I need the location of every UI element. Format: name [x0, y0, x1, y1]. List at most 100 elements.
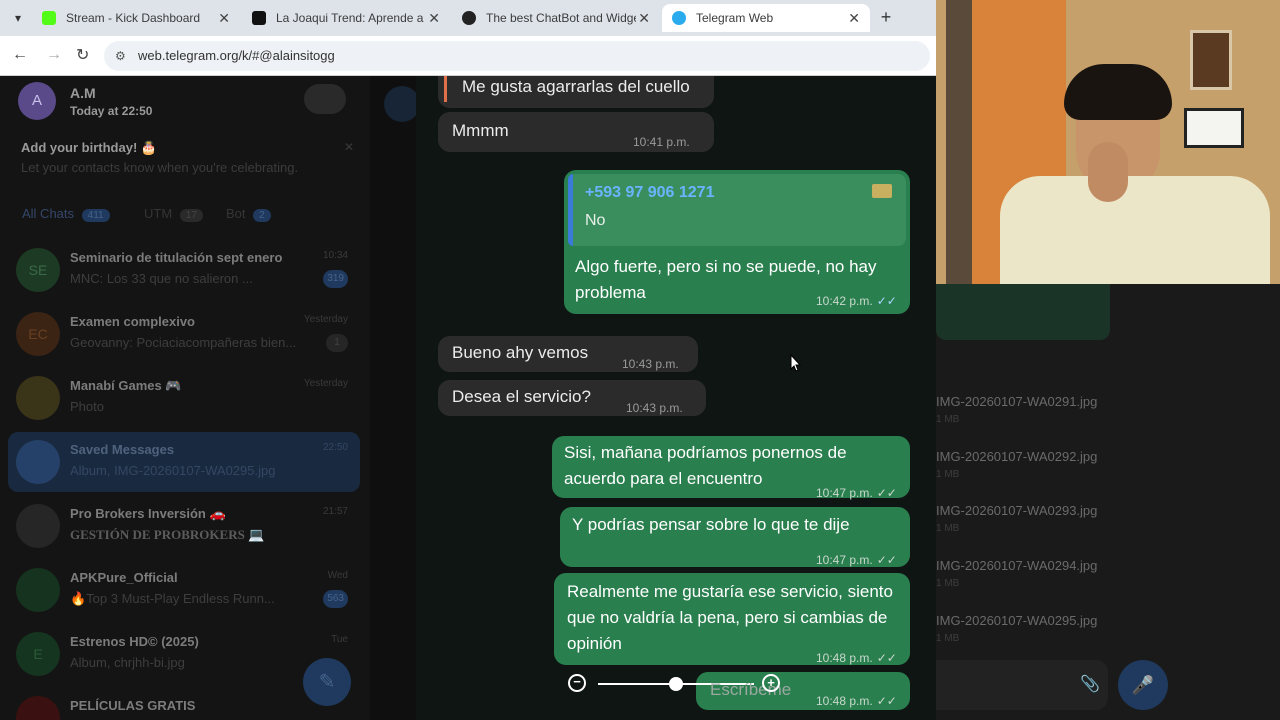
wall-picture — [1190, 30, 1232, 90]
close-tab-icon[interactable]: ✕ — [428, 10, 440, 27]
chat-preview: Photo — [70, 399, 104, 414]
chatbot-favicon-icon — [462, 11, 476, 25]
chat-list-item[interactable]: SE Seminario de titulación sept enero MN… — [8, 240, 360, 300]
profile-status: Today at 22:50 — [70, 104, 153, 118]
time-text: 10:42 p.m. — [816, 294, 873, 308]
tab-list-button[interactable]: ▾ — [8, 8, 28, 28]
chat-name: Seminario de titulación sept enero — [70, 250, 283, 265]
message-bubble-incoming[interactable]: Mmmm 10:41 p.m. — [438, 112, 714, 152]
reply-quote[interactable]: +593 97 906 1271 No — [568, 174, 906, 246]
file-item[interactable]: IMG-20260107-WA0292.jpg 1 MB — [936, 443, 1280, 497]
unread-badge: 1 — [326, 334, 348, 352]
message-text: Mmmm — [452, 121, 509, 140]
chat-message-panel: Me gusta agarrarlas del cuello Mmmm 10:4… — [416, 76, 936, 720]
time-text: 10:47 p.m. — [816, 553, 873, 567]
chat-avatar: EC — [16, 312, 60, 356]
message-time: 10:47 p.m. ✓✓ — [816, 480, 897, 506]
file-size: 1 MB — [936, 578, 960, 589]
person-hand — [1088, 142, 1128, 202]
chat-list-sidebar: A A.M Today at 22:50 Add your birthday! … — [0, 76, 370, 720]
chat-preview: Geovanny: Pociaciacompañeras bien... — [70, 335, 297, 350]
chat-list-item[interactable]: EC Examen complexivo Geovanny: Pociaciac… — [8, 304, 360, 364]
tab-all-chats[interactable]: All Chats 411 — [22, 206, 110, 222]
filter-count-badge: 411 — [81, 209, 110, 222]
person-shirt — [1000, 176, 1270, 284]
attach-icon[interactable]: 📎 — [1080, 674, 1100, 694]
file-item[interactable]: IMG-20260107-WA0291.jpg 1 MB — [936, 388, 1280, 442]
file-size: 1 MB — [936, 633, 960, 644]
message-text: Me gusta agarrarlas del cuello — [462, 77, 690, 96]
chat-list-item-selected[interactable]: Saved Messages Album, IMG-20260107-WA029… — [8, 432, 360, 492]
zoom-in-icon[interactable]: + — [762, 674, 780, 692]
tab-title: La Joaqui Trend: Aprende a Bail — [276, 11, 426, 25]
reply-text: No — [585, 212, 606, 229]
new-tab-button[interactable]: + — [876, 7, 896, 27]
tab-telegram-web[interactable]: Telegram Web ✕ — [662, 4, 870, 32]
tab-kick-dashboard[interactable]: Stream - Kick Dashboard ✕ — [32, 4, 240, 32]
tab-tiktok[interactable]: La Joaqui Trend: Aprende a Bail ✕ — [242, 4, 450, 32]
chat-avatar — [16, 504, 60, 548]
chat-preview: Album, chrjhh-bi.jpg — [70, 655, 185, 670]
chat-list-item[interactable]: APKPure_Official 🔥Top 3 Must-Play Endles… — [8, 560, 360, 620]
tab-bot[interactable]: Bot 2 — [226, 206, 271, 222]
message-time: 10:43 p.m. — [626, 401, 683, 415]
tab-utm[interactable]: UTM 17 — [144, 206, 203, 222]
url-field[interactable]: ⚙ web.telegram.org/k/#@alainsitogg — [104, 41, 930, 71]
tiktok-favicon-icon — [252, 11, 266, 25]
address-bar: ← → ↻ ⚙ web.telegram.org/k/#@alainsitogg — [0, 36, 936, 76]
birthday-title: Add your birthday! 🎂 — [21, 140, 158, 155]
close-icon[interactable]: ✕ — [344, 140, 354, 154]
profile-header[interactable]: A A.M Today at 22:50 — [0, 76, 370, 128]
unread-badge: 563 — [323, 590, 348, 608]
chat-preview: 🔥Top 3 Must-Play Endless Runn... — [70, 591, 275, 606]
close-tab-icon[interactable]: ✕ — [638, 10, 650, 27]
saved-messages-icon — [16, 440, 60, 484]
reply-bar — [444, 76, 447, 102]
reply-bar — [568, 174, 573, 246]
double-check-icon: ✓✓ — [876, 553, 897, 567]
reload-icon[interactable]: ↻ — [76, 45, 89, 65]
file-size: 1 MB — [936, 523, 960, 534]
chat-name: Pro Brokers Inversión 🚗 — [70, 506, 226, 521]
file-item[interactable]: IMG-20260107-WA0295.jpg 1 MB — [936, 607, 1280, 661]
chat-list-item[interactable]: Pro Brokers Inversión 🚗 GESTIÓN DE PROBR… — [8, 496, 360, 556]
chat-name: Estrenos HD© (2025) — [70, 634, 199, 649]
zoom-slider-handle[interactable] — [669, 677, 683, 691]
site-info-icon[interactable]: ⚙ — [115, 41, 126, 71]
chat-header-avatar — [384, 86, 420, 122]
message-bubble-incoming[interactable]: Me gusta agarrarlas del cuello — [438, 76, 714, 108]
message-input-field[interactable]: 📎 — [936, 660, 1108, 710]
forward-arrow-icon[interactable]: → — [46, 46, 62, 64]
message-bubble-incoming[interactable]: Bueno ahy vemos 10:43 p.m. — [438, 336, 698, 372]
chat-name: Manabí Games 🎮 — [70, 378, 182, 393]
filter-label: Bot — [226, 206, 246, 221]
tab-chatbot-widgets[interactable]: The best ChatBot and Widgets ✕ — [452, 4, 660, 32]
message-bubble-incoming[interactable]: Desea el servicio? 10:43 p.m. — [438, 380, 706, 416]
chat-avatar — [16, 568, 60, 612]
back-arrow-icon[interactable]: ← — [12, 46, 28, 64]
message-bubble-outgoing[interactable]: Y podrías pensar sobre lo que te dije 10… — [560, 507, 910, 567]
chat-preview: Album, IMG-20260107-WA0295.jpg — [70, 463, 276, 478]
chat-name: Examen complexivo — [70, 314, 195, 329]
browser-tab-bar: ▾ Stream - Kick Dashboard ✕ La Joaqui Tr… — [0, 0, 936, 36]
message-bubble-outgoing[interactable]: +593 97 906 1271 No Algo fuerte, pero si… — [564, 170, 910, 314]
file-item[interactable]: IMG-20260107-WA0293.jpg 1 MB — [936, 497, 1280, 551]
chat-time: Yesterday — [303, 378, 348, 389]
time-text: 10:48 p.m. — [816, 694, 873, 708]
message-bubble-outgoing[interactable]: Sisi, mañana podríamos ponernos de acuer… — [552, 436, 910, 500]
time-text: 10:48 p.m. — [816, 651, 873, 665]
message-bubble-outgoing[interactable]: Realmente me gustaría ese servicio, sien… — [554, 573, 910, 665]
chat-time: Wed — [327, 570, 348, 581]
stories-avatar[interactable] — [304, 84, 346, 114]
file-item[interactable]: IMG-20260107-WA0294.jpg 1 MB — [936, 552, 1280, 606]
birthday-banner[interactable]: Add your birthday! 🎂 Let your contacts k… — [8, 134, 362, 180]
file-size: 1 MB — [936, 414, 960, 425]
zoom-out-icon[interactable]: − — [568, 674, 586, 692]
new-message-button[interactable]: ✎ — [303, 658, 351, 706]
microphone-button[interactable]: 🎤 — [1118, 660, 1168, 710]
album-message-bubble — [936, 284, 1110, 340]
chat-list-item[interactable]: Manabí Games 🎮 Photo Yesterday — [8, 368, 360, 428]
close-tab-icon[interactable]: ✕ — [218, 10, 230, 27]
close-tab-icon[interactable]: ✕ — [848, 10, 860, 27]
kick-favicon-icon — [42, 11, 56, 25]
